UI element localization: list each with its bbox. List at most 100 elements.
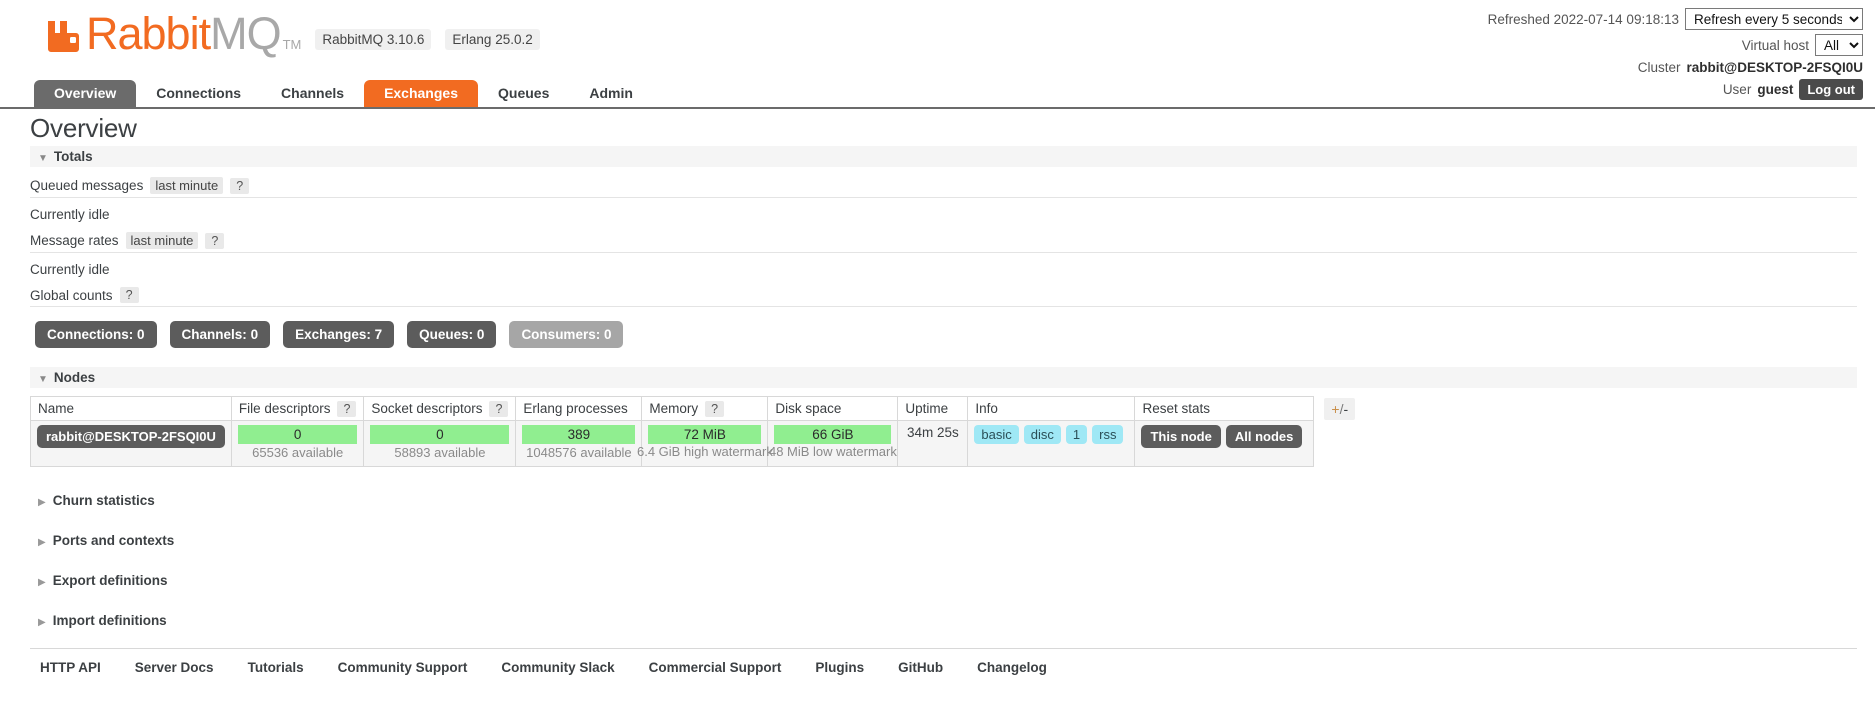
cell-uptime: 34m 25s [897, 420, 969, 467]
footer-link-tutorials[interactable]: Tutorials [248, 660, 304, 675]
collapsed-sections: Churn statistics Ports and contexts Expo… [0, 489, 1875, 632]
section-label-export-definitions: Export definitions [52, 573, 168, 588]
erlang-processes-sub: 1048576 available [526, 445, 632, 460]
node-name-link[interactable]: rabbit@DESKTOP-2FSQI0U [37, 425, 225, 448]
socket-descriptors-help-icon[interactable]: ? [489, 401, 509, 417]
count-badge-queues[interactable]: Queues: 0 [407, 321, 497, 348]
info-tag-count[interactable]: 1 [1065, 425, 1088, 444]
col-header-memory[interactable]: Memory? [641, 396, 769, 421]
info-tag-basic[interactable]: basic [974, 425, 1019, 444]
col-label-memory: Memory [649, 401, 699, 416]
count-badge-channels[interactable]: Channels: 0 [169, 321, 271, 348]
minus-icon: - [1343, 401, 1349, 417]
vhost-row: Virtual host All [1488, 34, 1863, 56]
tab-exchanges[interactable]: Exchanges [364, 80, 478, 108]
footer-link-server-docs[interactable]: Server Docs [135, 660, 214, 675]
cell-socket-descriptors: 0 58893 available [363, 420, 517, 467]
section-label-import-definitions: Import definitions [52, 613, 167, 628]
reset-this-node-button[interactable]: This node [1141, 425, 1221, 448]
section-header-nodes[interactable]: Nodes [30, 367, 1857, 388]
memory-value: 72 MiB [648, 425, 762, 444]
col-header-name[interactable]: Name [30, 396, 232, 421]
tab-queues[interactable]: Queues [478, 80, 569, 108]
info-tag-rss[interactable]: rss [1092, 425, 1124, 444]
chevron-right-icon [38, 497, 46, 508]
col-header-reset-stats[interactable]: Reset stats [1134, 396, 1315, 421]
queued-messages-row: Queued messages last minute ? [30, 177, 1857, 198]
toggle-columns-button[interactable]: +/- [1324, 398, 1356, 420]
section-label-churn-statistics: Churn statistics [52, 493, 155, 508]
footer-link-community-slack[interactable]: Community Slack [501, 660, 614, 675]
disk-space-sub: 48 MiB low watermark [768, 444, 897, 459]
disk-space-value: 66 GiB [774, 425, 892, 444]
col-header-info[interactable]: Info [967, 396, 1136, 421]
count-label-connections: Connections: [47, 327, 134, 342]
col-header-uptime[interactable]: Uptime [897, 396, 969, 421]
global-counts-badges: Connections: 0 Channels: 0 Exchanges: 7 … [35, 321, 1875, 348]
col-header-disk-space[interactable]: Disk space [767, 396, 899, 421]
global-counts-label: Global counts [30, 287, 113, 303]
memory-help-icon[interactable]: ? [705, 401, 725, 417]
col-header-erlang-processes[interactable]: Erlang processes [515, 396, 643, 421]
cell-memory: 72 MiB 6.4 GiB high watermark [637, 420, 773, 467]
chevron-right-icon [38, 617, 46, 628]
table-header-row: Name File descriptors? Socket descriptor… [30, 396, 1315, 421]
section-header-import-definitions[interactable]: Import definitions [30, 609, 1857, 632]
refreshed-timestamp: Refreshed 2022-07-14 09:18:13 [1487, 11, 1679, 27]
refresh-interval-select[interactable]: Refresh every 5 seconds [1685, 8, 1863, 30]
info-tag-disc[interactable]: disc [1023, 425, 1061, 444]
col-label-erlang-processes: Erlang processes [523, 401, 628, 416]
footer-link-github[interactable]: GitHub [898, 660, 943, 675]
queued-messages-help-icon[interactable]: ? [230, 177, 250, 194]
vhost-select[interactable]: All [1815, 34, 1863, 56]
count-badge-consumers[interactable]: Consumers: 0 [509, 321, 624, 348]
tab-admin[interactable]: Admin [569, 80, 653, 108]
count-label-exchanges: Exchanges: [295, 327, 371, 342]
reset-all-nodes-button[interactable]: All nodes [1225, 425, 1303, 448]
footer-link-plugins[interactable]: Plugins [815, 660, 864, 675]
count-value-channels: 0 [250, 327, 259, 342]
message-rates-help-icon[interactable]: ? [205, 232, 225, 249]
section-header-churn-statistics[interactable]: Churn statistics [30, 489, 1857, 512]
brand-logo[interactable]: Rabbit MQ TM RabbitMQ 3.10.6 Erlang 25.0… [44, 11, 540, 56]
tab-connections[interactable]: Connections [136, 80, 261, 108]
cell-erlang-processes: 389 1048576 available [515, 420, 643, 467]
count-value-queues: 0 [476, 327, 485, 342]
tab-channels[interactable]: Channels [261, 80, 364, 108]
count-value-exchanges: 7 [374, 327, 383, 342]
nodes-table-area: Name File descriptors? Socket descriptor… [30, 396, 1875, 467]
col-header-file-descriptors[interactable]: File descriptors? [230, 396, 365, 421]
section-header-totals[interactable]: Totals [30, 146, 1857, 167]
user-name: guest [1757, 82, 1794, 97]
count-badge-exchanges[interactable]: Exchanges: 7 [283, 321, 395, 348]
footer-link-http-api[interactable]: HTTP API [40, 660, 101, 675]
col-label-socket-descriptors: Socket descriptors [371, 401, 483, 416]
col-label-reset-stats: Reset stats [1142, 401, 1210, 416]
footer-link-community-support[interactable]: Community Support [338, 660, 468, 675]
vhost-label: Virtual host [1741, 37, 1809, 53]
log-out-button[interactable]: Log out [1799, 79, 1863, 100]
section-header-export-definitions[interactable]: Export definitions [30, 569, 1857, 592]
footer-link-changelog[interactable]: Changelog [977, 660, 1047, 675]
chevron-down-icon [38, 374, 48, 385]
main-content: Overview Totals Queued messages last min… [0, 107, 1875, 649]
tab-overview[interactable]: Overview [34, 80, 137, 108]
cell-disk-space: 66 GiB 48 MiB low watermark [767, 420, 899, 467]
file-descriptors-help-icon[interactable]: ? [337, 401, 357, 417]
socket-descriptors-value: 0 [370, 425, 510, 444]
col-header-socket-descriptors[interactable]: Socket descriptors? [363, 396, 517, 421]
section-header-ports-and-contexts[interactable]: Ports and contexts [30, 529, 1857, 552]
footer-link-commercial-support[interactable]: Commercial Support [649, 660, 782, 675]
nodes-section: Nodes Name File descriptors? [0, 367, 1875, 467]
rabbitmq-version-badge: RabbitMQ 3.10.6 [315, 29, 432, 50]
cell-reset-stats: This node All nodes [1134, 420, 1315, 467]
page-header: Rabbit MQ TM RabbitMQ 3.10.6 Erlang 25.0… [0, 0, 1875, 100]
footer-links: HTTP API Server Docs Tutorials Community… [40, 660, 1875, 675]
erlang-processes-value: 389 [522, 425, 636, 444]
message-rates-period-chip[interactable]: last minute [125, 232, 199, 249]
chevron-right-icon [38, 577, 46, 588]
nodes-table: Name File descriptors? Socket descriptor… [30, 396, 1315, 467]
count-badge-connections[interactable]: Connections: 0 [35, 321, 157, 348]
queued-messages-period-chip[interactable]: last minute [150, 177, 224, 194]
global-counts-help-icon[interactable]: ? [119, 287, 139, 303]
